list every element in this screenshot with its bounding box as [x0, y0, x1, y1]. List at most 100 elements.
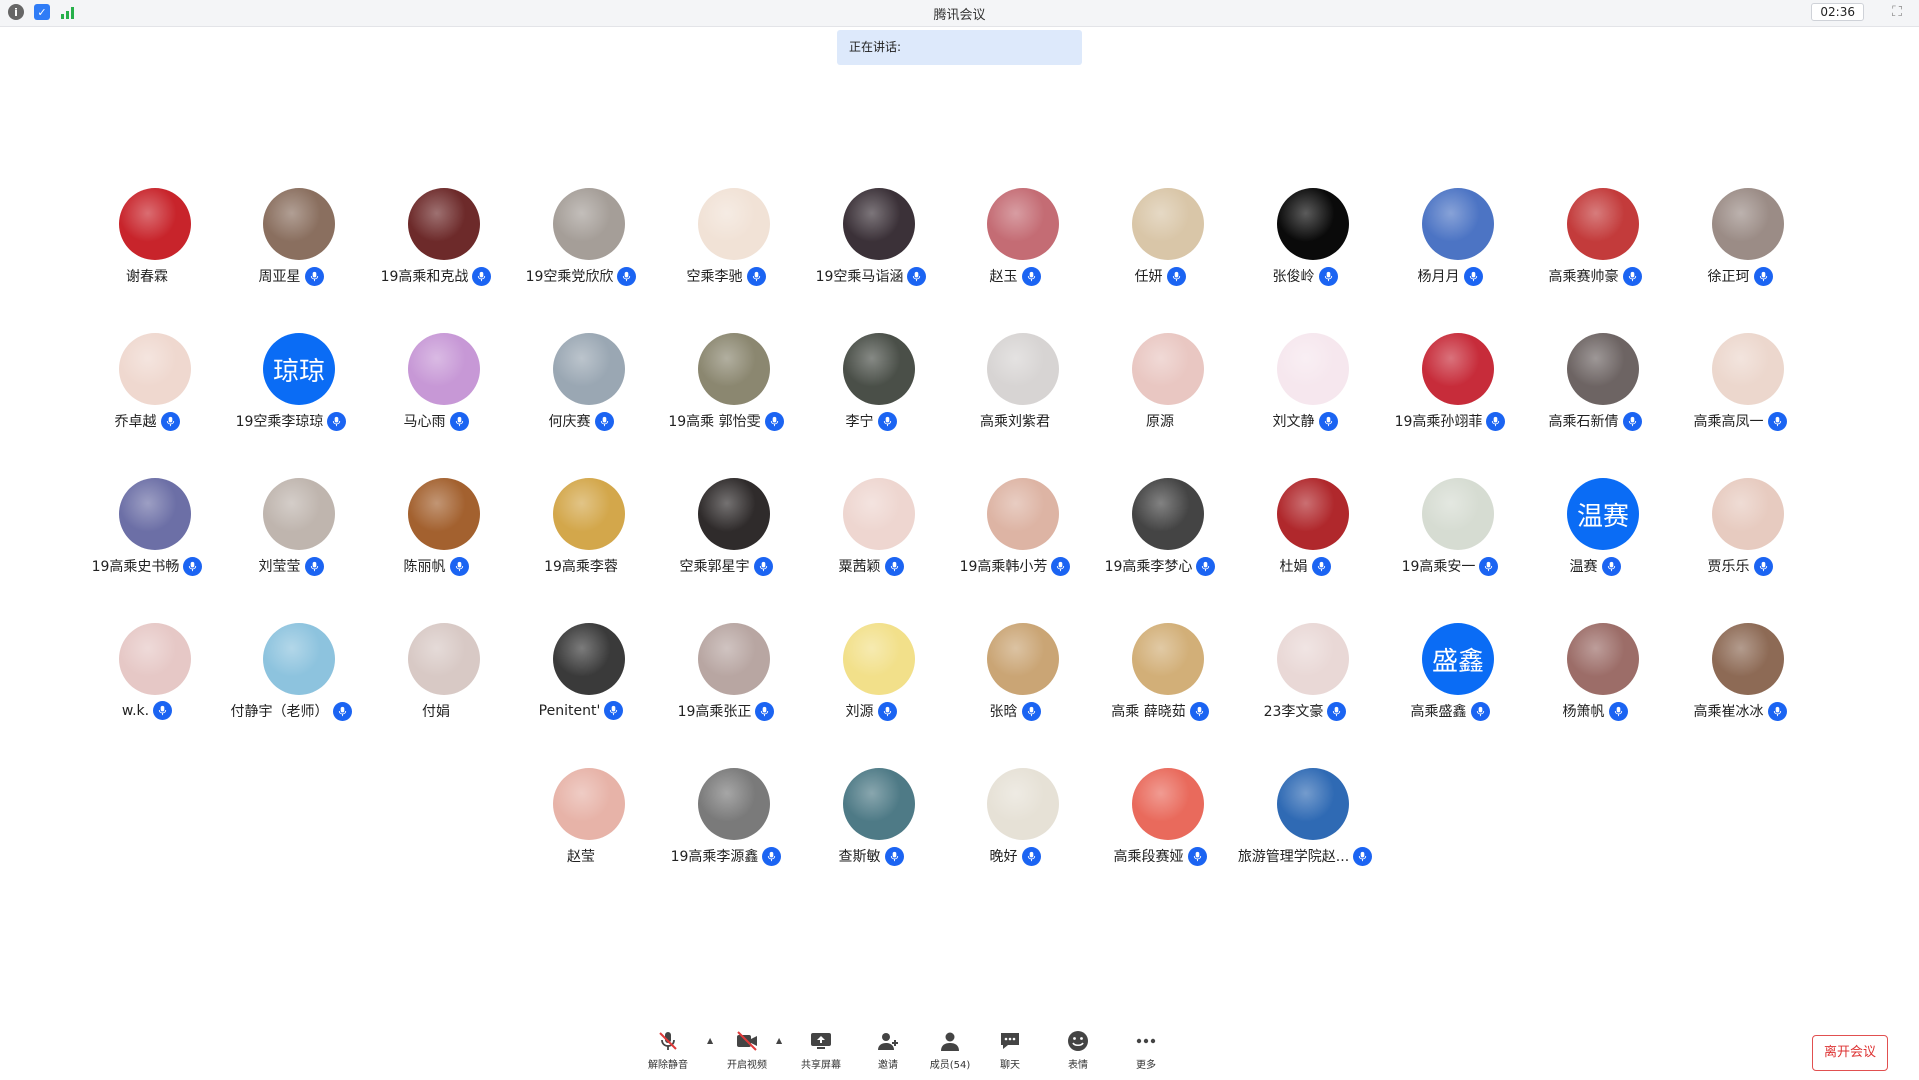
avatar [987, 333, 1059, 405]
participant-tile[interactable]: 23李文豪 [1230, 623, 1380, 743]
participant-tile[interactable]: 高乘赛帅豪 [1520, 188, 1670, 308]
participant-tile[interactable]: 贾乐乐 [1665, 478, 1815, 598]
members-button[interactable]: 成员(54) [920, 1030, 980, 1071]
participant-name-row: 19高乘安一 [1375, 556, 1525, 576]
participant-name: 19高乘韩小芳 [959, 559, 1048, 575]
participant-tile[interactable]: 陈丽帆 [361, 478, 511, 598]
participant-tile[interactable]: 付娟 [361, 623, 511, 743]
share-screen-button[interactable]: 共享屏幕 [791, 1030, 851, 1071]
participant-tile[interactable]: 19高乘史书畅 [72, 478, 222, 598]
participant-tile[interactable]: 赵玉 [940, 188, 1090, 308]
participant-name-row: 周亚星 [216, 266, 366, 286]
participant-tile[interactable]: 19高乘李梦心 [1085, 478, 1235, 598]
participant-tile[interactable]: w.k. [72, 623, 222, 743]
participant-tile[interactable]: 高乘 薛晓茹 [1085, 623, 1235, 743]
participant-tile[interactable]: 谢春霖 [72, 188, 222, 308]
participant-tile[interactable]: 高乘崔冰冰 [1665, 623, 1815, 743]
participant-tile[interactable]: 旅游管理学院赵... [1230, 768, 1380, 888]
participant-tile[interactable]: 杨箫帆 [1520, 623, 1670, 743]
participant-tile[interactable]: 马心雨 [361, 333, 511, 453]
participant-tile[interactable]: 19高乘安一 [1375, 478, 1525, 598]
participant-tile[interactable]: 乔卓越 [72, 333, 222, 453]
video-options-chevron-icon[interactable]: ▲ [776, 1036, 782, 1045]
participant-name: 杜娟 [1279, 559, 1308, 575]
participant-tile[interactable]: 19高乘孙翊菲 [1375, 333, 1525, 453]
participant-tile[interactable]: 查斯敏 [796, 768, 946, 888]
avatar [843, 188, 915, 260]
mic-options-chevron-icon[interactable]: ▲ [707, 1036, 713, 1045]
participant-tile[interactable]: 温赛 温赛 [1520, 478, 1670, 598]
participant-name: 杨月月 [1417, 269, 1460, 285]
participant-tile[interactable]: 19高乘韩小芳 [940, 478, 1090, 598]
more-button[interactable]: 更多 [1116, 1030, 1176, 1071]
participant-tile[interactable]: 刘文静 [1230, 333, 1380, 453]
avatar [1567, 623, 1639, 695]
avatar [1712, 623, 1784, 695]
participant-tile[interactable]: 徐正珂 [1665, 188, 1815, 308]
participant-tile[interactable]: 19空乘马诣涵 [796, 188, 946, 308]
participant-tile[interactable]: 任妍 [1085, 188, 1235, 308]
invite-button[interactable]: 邀请 [858, 1030, 918, 1071]
participant-tile[interactable]: 19高乘张正 [651, 623, 801, 743]
avatar [408, 333, 480, 405]
avatar [987, 768, 1059, 840]
participant-tile[interactable]: Penitent' [506, 623, 656, 743]
participant-name-row: 张俊岭 [1230, 266, 1380, 286]
unmute-button[interactable]: 解除静音 [638, 1030, 698, 1071]
avatar [1567, 188, 1639, 260]
participant-tile[interactable]: 19空乘党欣欣 [506, 188, 656, 308]
participant-tile[interactable]: 琼琼 19空乘李琼琼 [216, 333, 366, 453]
participant-name: 19高乘孙翊菲 [1394, 414, 1483, 430]
participant-tile[interactable]: 原源 [1085, 333, 1235, 453]
participant-tile[interactable]: 赵莹 [506, 768, 656, 888]
participant-tile[interactable]: 李宁 [796, 333, 946, 453]
participant-tile[interactable]: 19高乘 郭怡雯 [651, 333, 801, 453]
participant-tile[interactable]: 张俊岭 [1230, 188, 1380, 308]
participant-tile[interactable]: 19高乘李蓉 [506, 478, 656, 598]
participant-name: 粟茜颖 [838, 559, 881, 575]
participant-name: Penitent' [538, 702, 601, 719]
participant-name: 高乘崔冰冰 [1693, 704, 1764, 720]
avatar [698, 768, 770, 840]
leave-meeting-button[interactable]: 离开会议 [1812, 1035, 1888, 1071]
participant-tile[interactable]: 高乘段赛娅 [1085, 768, 1235, 888]
participant-name: 高乘段赛娅 [1113, 849, 1184, 865]
microphone-icon [1767, 411, 1787, 431]
participant-tile[interactable]: 张晗 [940, 623, 1090, 743]
participant-tile[interactable]: 高乘高凤一 [1665, 333, 1815, 453]
participant-tile[interactable]: 粟茜颖 [796, 478, 946, 598]
microphone-icon [1622, 411, 1642, 431]
microphone-icon [907, 266, 927, 286]
participant-tile[interactable]: 空乘郭星宇 [651, 478, 801, 598]
participant-name: 付娟 [422, 704, 450, 720]
avatar [843, 768, 915, 840]
chat-label: 聊天 [1000, 1060, 1020, 1071]
participant-tile[interactable]: 19高乘和克战 [361, 188, 511, 308]
participant-tile[interactable]: 周亚星 [216, 188, 366, 308]
chat-button[interactable]: 聊天 [980, 1030, 1040, 1071]
participant-name-row: 张晗 [940, 701, 1090, 721]
participant-tile[interactable]: 晚好 [940, 768, 1090, 888]
avatar [1712, 188, 1784, 260]
avatar [987, 188, 1059, 260]
start-video-button[interactable]: 开启视频 [717, 1030, 777, 1071]
participant-tile[interactable]: 盛鑫 高乘盛鑫 [1375, 623, 1525, 743]
participant-tile[interactable]: 高乘刘紫君 [940, 333, 1090, 453]
microphone-icon [472, 266, 492, 286]
participant-tile[interactable]: 19高乘李源鑫 [651, 768, 801, 888]
microphone-icon [1601, 556, 1621, 576]
participant-tile[interactable]: 杨月月 [1375, 188, 1525, 308]
participant-name: 空乘郭星宇 [679, 559, 750, 575]
participant-tile[interactable]: 付静宇（老师） [216, 623, 366, 743]
participant-name: 原源 [1146, 414, 1174, 430]
participant-name-row: 原源 [1085, 411, 1235, 431]
participant-name: 19高乘李梦心 [1104, 559, 1193, 575]
participant-name-row: 高乘高凤一 [1665, 411, 1815, 431]
participant-tile[interactable]: 高乘石新倩 [1520, 333, 1670, 453]
participant-tile[interactable]: 刘莹莹 [216, 478, 366, 598]
participant-tile[interactable]: 何庆赛 [506, 333, 656, 453]
participant-tile[interactable]: 空乘李驰 [651, 188, 801, 308]
participant-tile[interactable]: 刘源 [796, 623, 946, 743]
emoji-button[interactable]: 表情 [1048, 1030, 1108, 1071]
participant-tile[interactable]: 杜娟 [1230, 478, 1380, 598]
